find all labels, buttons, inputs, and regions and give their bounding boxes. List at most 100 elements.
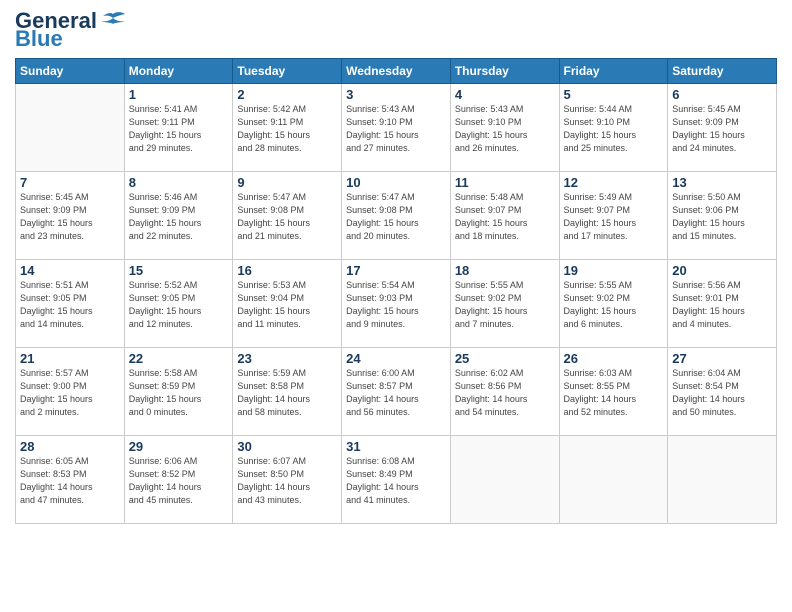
day-number: 7 [20,175,120,190]
day-info: Sunrise: 5:47 AM Sunset: 9:08 PM Dayligh… [346,191,446,243]
day-info: Sunrise: 6:04 AM Sunset: 8:54 PM Dayligh… [672,367,772,419]
day-number: 25 [455,351,555,366]
day-number: 19 [564,263,664,278]
day-info: Sunrise: 5:54 AM Sunset: 9:03 PM Dayligh… [346,279,446,331]
calendar-cell: 14Sunrise: 5:51 AM Sunset: 9:05 PM Dayli… [16,260,125,348]
day-number: 5 [564,87,664,102]
calendar-week-row: 14Sunrise: 5:51 AM Sunset: 9:05 PM Dayli… [16,260,777,348]
day-number: 2 [237,87,337,102]
day-info: Sunrise: 5:45 AM Sunset: 9:09 PM Dayligh… [20,191,120,243]
day-number: 3 [346,87,446,102]
day-info: Sunrise: 6:00 AM Sunset: 8:57 PM Dayligh… [346,367,446,419]
calendar-cell: 13Sunrise: 5:50 AM Sunset: 9:06 PM Dayli… [668,172,777,260]
calendar-cell: 27Sunrise: 6:04 AM Sunset: 8:54 PM Dayli… [668,348,777,436]
calendar-cell: 26Sunrise: 6:03 AM Sunset: 8:55 PM Dayli… [559,348,668,436]
col-sunday: Sunday [16,59,125,84]
day-number: 20 [672,263,772,278]
calendar-cell: 12Sunrise: 5:49 AM Sunset: 9:07 PM Dayli… [559,172,668,260]
day-number: 15 [129,263,229,278]
col-monday: Monday [124,59,233,84]
calendar-cell: 16Sunrise: 5:53 AM Sunset: 9:04 PM Dayli… [233,260,342,348]
calendar-cell: 7Sunrise: 5:45 AM Sunset: 9:09 PM Daylig… [16,172,125,260]
logo-text: General Blue [15,10,127,50]
calendar-cell: 18Sunrise: 5:55 AM Sunset: 9:02 PM Dayli… [450,260,559,348]
calendar-cell [668,436,777,524]
col-thursday: Thursday [450,59,559,84]
day-info: Sunrise: 5:51 AM Sunset: 9:05 PM Dayligh… [20,279,120,331]
day-info: Sunrise: 5:43 AM Sunset: 9:10 PM Dayligh… [346,103,446,155]
day-number: 28 [20,439,120,454]
day-info: Sunrise: 5:47 AM Sunset: 9:08 PM Dayligh… [237,191,337,243]
calendar-cell: 1Sunrise: 5:41 AM Sunset: 9:11 PM Daylig… [124,84,233,172]
day-number: 29 [129,439,229,454]
logo: General Blue [15,10,127,50]
day-info: Sunrise: 5:50 AM Sunset: 9:06 PM Dayligh… [672,191,772,243]
day-info: Sunrise: 5:59 AM Sunset: 8:58 PM Dayligh… [237,367,337,419]
calendar-cell: 5Sunrise: 5:44 AM Sunset: 9:10 PM Daylig… [559,84,668,172]
day-info: Sunrise: 5:43 AM Sunset: 9:10 PM Dayligh… [455,103,555,155]
day-number: 8 [129,175,229,190]
day-info: Sunrise: 6:03 AM Sunset: 8:55 PM Dayligh… [564,367,664,419]
calendar-week-row: 1Sunrise: 5:41 AM Sunset: 9:11 PM Daylig… [16,84,777,172]
calendar-cell [559,436,668,524]
day-number: 23 [237,351,337,366]
calendar-cell: 20Sunrise: 5:56 AM Sunset: 9:01 PM Dayli… [668,260,777,348]
day-info: Sunrise: 5:58 AM Sunset: 8:59 PM Dayligh… [129,367,229,419]
day-number: 10 [346,175,446,190]
calendar-cell: 29Sunrise: 6:06 AM Sunset: 8:52 PM Dayli… [124,436,233,524]
calendar-cell: 11Sunrise: 5:48 AM Sunset: 9:07 PM Dayli… [450,172,559,260]
day-info: Sunrise: 5:57 AM Sunset: 9:00 PM Dayligh… [20,367,120,419]
day-number: 1 [129,87,229,102]
day-number: 16 [237,263,337,278]
calendar-cell: 28Sunrise: 6:05 AM Sunset: 8:53 PM Dayli… [16,436,125,524]
day-number: 17 [346,263,446,278]
calendar-cell: 3Sunrise: 5:43 AM Sunset: 9:10 PM Daylig… [342,84,451,172]
day-number: 26 [564,351,664,366]
col-friday: Friday [559,59,668,84]
calendar-cell: 10Sunrise: 5:47 AM Sunset: 9:08 PM Dayli… [342,172,451,260]
col-wednesday: Wednesday [342,59,451,84]
day-info: Sunrise: 5:55 AM Sunset: 9:02 PM Dayligh… [564,279,664,331]
calendar-table: Sunday Monday Tuesday Wednesday Thursday… [15,58,777,524]
calendar-cell: 23Sunrise: 5:59 AM Sunset: 8:58 PM Dayli… [233,348,342,436]
calendar-header-row: Sunday Monday Tuesday Wednesday Thursday… [16,59,777,84]
calendar-cell: 30Sunrise: 6:07 AM Sunset: 8:50 PM Dayli… [233,436,342,524]
col-tuesday: Tuesday [233,59,342,84]
day-info: Sunrise: 6:02 AM Sunset: 8:56 PM Dayligh… [455,367,555,419]
day-info: Sunrise: 5:52 AM Sunset: 9:05 PM Dayligh… [129,279,229,331]
day-info: Sunrise: 5:48 AM Sunset: 9:07 PM Dayligh… [455,191,555,243]
day-info: Sunrise: 5:42 AM Sunset: 9:11 PM Dayligh… [237,103,337,155]
day-number: 11 [455,175,555,190]
logo-bird-icon [99,10,127,32]
day-number: 13 [672,175,772,190]
calendar-cell: 8Sunrise: 5:46 AM Sunset: 9:09 PM Daylig… [124,172,233,260]
day-number: 12 [564,175,664,190]
day-number: 9 [237,175,337,190]
calendar-cell: 24Sunrise: 6:00 AM Sunset: 8:57 PM Dayli… [342,348,451,436]
day-info: Sunrise: 5:41 AM Sunset: 9:11 PM Dayligh… [129,103,229,155]
day-info: Sunrise: 6:07 AM Sunset: 8:50 PM Dayligh… [237,455,337,507]
day-info: Sunrise: 5:56 AM Sunset: 9:01 PM Dayligh… [672,279,772,331]
calendar-cell: 19Sunrise: 5:55 AM Sunset: 9:02 PM Dayli… [559,260,668,348]
calendar-cell: 17Sunrise: 5:54 AM Sunset: 9:03 PM Dayli… [342,260,451,348]
col-saturday: Saturday [668,59,777,84]
day-info: Sunrise: 5:49 AM Sunset: 9:07 PM Dayligh… [564,191,664,243]
day-info: Sunrise: 5:46 AM Sunset: 9:09 PM Dayligh… [129,191,229,243]
day-number: 21 [20,351,120,366]
calendar-cell: 4Sunrise: 5:43 AM Sunset: 9:10 PM Daylig… [450,84,559,172]
calendar-week-row: 21Sunrise: 5:57 AM Sunset: 9:00 PM Dayli… [16,348,777,436]
day-info: Sunrise: 6:06 AM Sunset: 8:52 PM Dayligh… [129,455,229,507]
day-info: Sunrise: 5:45 AM Sunset: 9:09 PM Dayligh… [672,103,772,155]
day-number: 14 [20,263,120,278]
day-number: 6 [672,87,772,102]
calendar-cell: 22Sunrise: 5:58 AM Sunset: 8:59 PM Dayli… [124,348,233,436]
calendar-cell: 2Sunrise: 5:42 AM Sunset: 9:11 PM Daylig… [233,84,342,172]
calendar-cell [16,84,125,172]
calendar-cell: 31Sunrise: 6:08 AM Sunset: 8:49 PM Dayli… [342,436,451,524]
day-info: Sunrise: 6:08 AM Sunset: 8:49 PM Dayligh… [346,455,446,507]
calendar-cell: 6Sunrise: 5:45 AM Sunset: 9:09 PM Daylig… [668,84,777,172]
calendar-week-row: 28Sunrise: 6:05 AM Sunset: 8:53 PM Dayli… [16,436,777,524]
day-info: Sunrise: 6:05 AM Sunset: 8:53 PM Dayligh… [20,455,120,507]
calendar-cell: 15Sunrise: 5:52 AM Sunset: 9:05 PM Dayli… [124,260,233,348]
calendar-cell [450,436,559,524]
